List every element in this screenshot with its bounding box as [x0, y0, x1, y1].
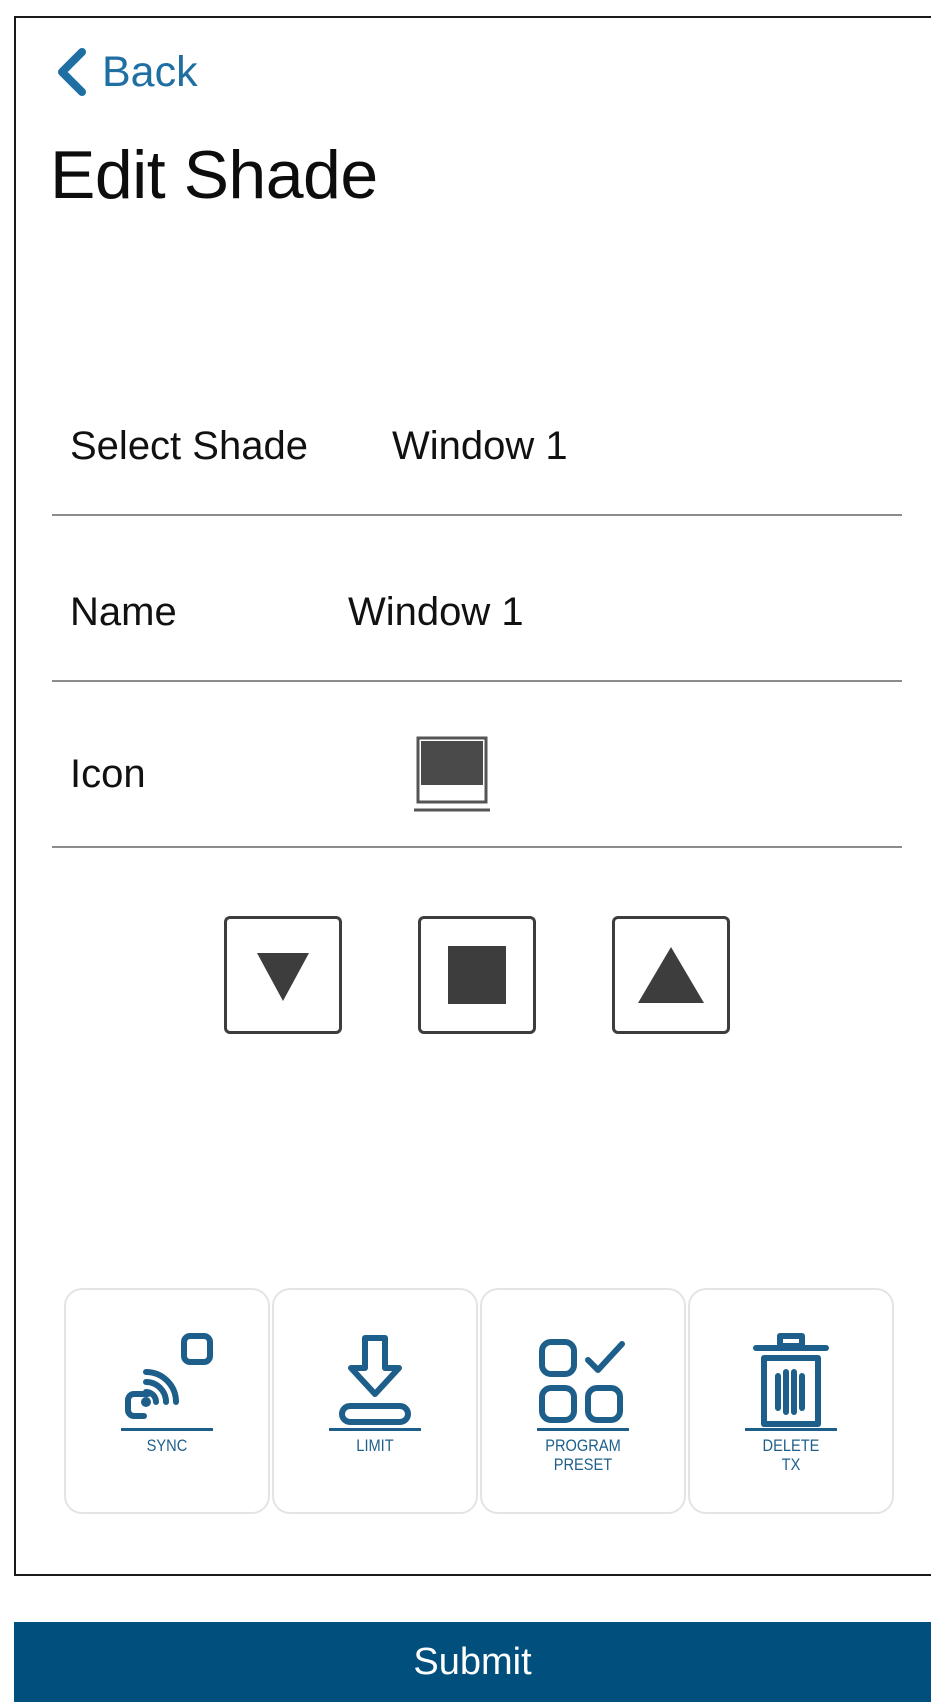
delete-tx-label: DELETE TX	[762, 1436, 820, 1474]
delete-tx-underline	[745, 1428, 837, 1431]
grid-check-icon	[539, 1339, 625, 1423]
shade-down-button[interactable]	[224, 916, 342, 1034]
shade-up-button[interactable]	[612, 916, 730, 1034]
square-stop-icon	[448, 946, 506, 1004]
program-preset-label: PROGRAM PRESET	[545, 1436, 621, 1474]
program-preset-button[interactable]: PROGRAM PRESET	[480, 1288, 686, 1514]
sync-label: SYNC	[146, 1436, 188, 1455]
window-shade-icon[interactable]	[412, 736, 492, 814]
select-shade-row: Select Shade Window 1	[52, 396, 902, 516]
sync-button[interactable]: SYNC	[64, 1288, 270, 1514]
submit-button[interactable]: Submit	[14, 1622, 931, 1702]
select-shade-dropdown[interactable]: Window 1	[392, 424, 568, 469]
program-preset-underline	[537, 1428, 629, 1431]
triangle-up-icon	[638, 947, 704, 1003]
icon-label: Icon	[70, 752, 146, 796]
name-field[interactable]: Window 1	[348, 590, 524, 635]
back-button[interactable]: Back	[54, 46, 198, 98]
page-title: Edit Shade	[50, 137, 378, 213]
shade-stop-button[interactable]	[418, 916, 536, 1034]
icon-row: Icon	[52, 682, 902, 848]
chevron-left-icon	[58, 48, 86, 96]
sync-signal-icon	[125, 1333, 213, 1419]
name-row: Name Window 1	[52, 516, 902, 682]
limit-button[interactable]: LIMIT	[272, 1288, 478, 1514]
submit-label: Submit	[413, 1640, 532, 1683]
sync-underline	[121, 1428, 213, 1431]
download-limit-icon	[339, 1335, 411, 1425]
trash-icon	[753, 1333, 829, 1427]
limit-underline	[329, 1428, 421, 1431]
back-label: Back	[102, 47, 198, 96]
triangle-down-icon	[257, 953, 309, 1001]
limit-label: LIMIT	[356, 1436, 394, 1455]
select-shade-label: Select Shade	[70, 424, 308, 468]
name-label: Name	[70, 590, 177, 634]
delete-tx-button[interactable]: DELETE TX	[688, 1288, 894, 1514]
